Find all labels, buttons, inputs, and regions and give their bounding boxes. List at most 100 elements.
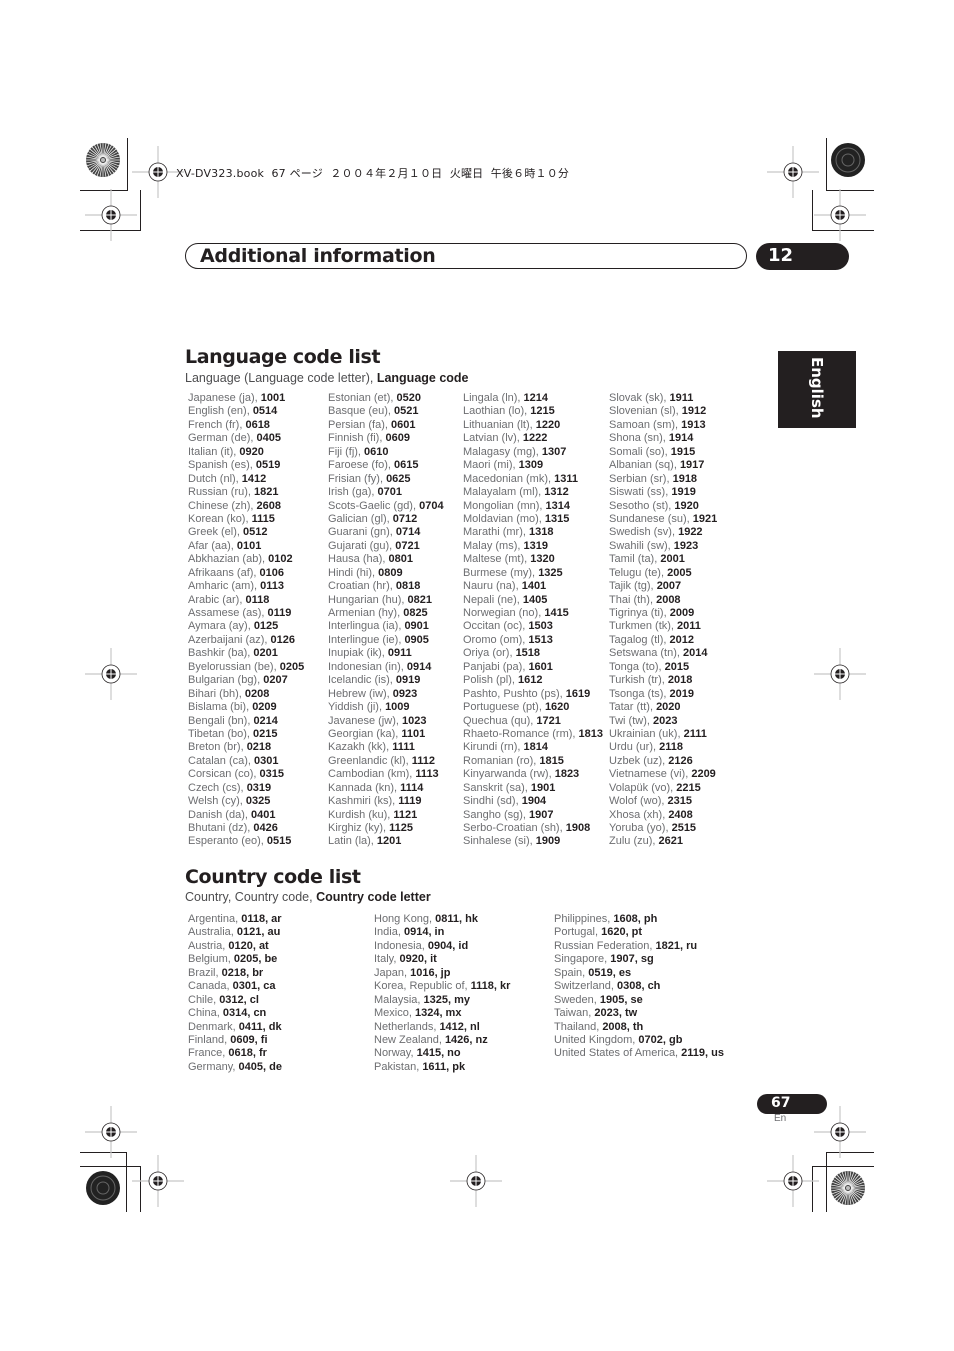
language-entry-code: 1922 (678, 526, 703, 539)
language-entry-code: 2315 (667, 795, 692, 808)
language-entry-code: 2215 (676, 781, 701, 794)
language-entry: Malagasy (mg), 1307 (463, 446, 603, 459)
language-entry-label: Sesotho (st), (609, 499, 675, 512)
country-entry: Russian Federation, 1821, ru (554, 940, 724, 953)
language-entry-code: 0208 (244, 687, 270, 700)
language-entry: Albanian (sq), 1917 (609, 459, 717, 472)
country-entry-label: Indonesia, (374, 939, 428, 952)
country-entry-code: 0811, hk (435, 913, 478, 925)
language-entry-label: Swahili (sw), (609, 539, 674, 552)
language-entry-code: 1620 (544, 701, 570, 714)
language-entry-code: 1907 (529, 808, 554, 821)
language-entry-label: Basque (eu), (328, 405, 395, 418)
language-entry-label: Azerbaijani (az), (188, 633, 271, 646)
language-entry-label: Mongolian (mn), (463, 499, 546, 512)
page-number: 67 (771, 1095, 791, 1111)
language-entry: Cambodian (km), 1113 (328, 768, 444, 781)
country-entry-label: Canada, (188, 980, 233, 993)
language-entry-label: Serbo-Croatian (sh), (463, 822, 566, 834)
country-entry-label: Taiwan, (554, 1007, 595, 1020)
language-entry: Greek (el), 0512 (188, 526, 304, 539)
language-entry-code: 0825 (403, 607, 428, 619)
language-entry-label: Volapük (vo), (609, 781, 677, 794)
language-entry-label: Danish (da), (188, 808, 251, 821)
country-entry-code: 0405, de (238, 1060, 282, 1073)
country-entry-code: 1905, se (599, 993, 643, 1006)
language-entry-code: 2005 (667, 566, 692, 579)
language-entry: Azerbaijani (az), 0126 (188, 634, 304, 647)
language-entry-label: French (fr), (188, 418, 246, 431)
language-entry-label: Czech (cs), (188, 781, 247, 794)
language-entry: Kannada (kn), 1114 (328, 782, 444, 795)
country-entry: New Zealand, 1426, nz (374, 1034, 510, 1047)
language-entry-label: Kirundi (rn), (463, 741, 524, 754)
language-entry: Turkish (tr), 2018 (609, 674, 717, 687)
language-entry-code: 1921 (692, 512, 718, 525)
language-entry-label: Malayalam (ml), (463, 486, 545, 499)
language-entry-label: Turkmen (tk), (609, 620, 678, 633)
language-entry: Fiji (fj), 0610 (328, 446, 444, 459)
language-entry-code: 0801 (388, 553, 414, 566)
language-entry: Gujarati (gu), 0721 (328, 540, 444, 553)
language-entry-code: 2608 (256, 499, 281, 512)
language-entry-label: Nepali (ne), (463, 593, 523, 606)
language-entry: Dutch (nl), 1412 (188, 473, 304, 486)
language-entry-code: 0514 (252, 405, 278, 418)
language-entry-code: 2014 (682, 647, 708, 660)
language-entry-code: 1917 (679, 459, 705, 472)
language-entry: Scots-Gaelic (gd), 0704 (328, 500, 444, 513)
language-entry-label: Serbian (sr), (609, 472, 673, 485)
language-entry-code: 0901 (404, 620, 429, 633)
language-entry-label: Hindi (hi), (328, 566, 379, 579)
language-entry: Kinyarwanda (rw), 1823 (463, 768, 603, 781)
language-entry-label: Bulgarian (bg), (188, 674, 264, 687)
language-entry-code: 0126 (270, 633, 296, 646)
language-entry-label: Persian (fa), (328, 418, 391, 431)
language-entry-code: 1821 (254, 486, 279, 499)
language-entry: Russian (ru), 1821 (188, 486, 304, 499)
country-entry-code: 1324, mx (414, 1007, 462, 1020)
language-entry: Latin (la), 1201 (328, 835, 444, 848)
language-entry-label: Thai (th), (609, 593, 657, 606)
language-code-list-title: Language code list (185, 346, 381, 368)
language-entry-label: Tibetan (bo), (188, 727, 254, 740)
language-entry-label: Marathi (mr), (463, 526, 529, 539)
language-entry-label: Portuguese (pt), (463, 701, 545, 714)
country-entry-code: 0218, br (221, 966, 264, 979)
language-entry-code: 1115 (251, 512, 275, 525)
language-entry-label: Bislama (bi), (188, 701, 253, 714)
language-entry: Somali (so), 1915 (609, 446, 717, 459)
country-entry-code: 0609, fi (230, 1033, 268, 1046)
language-entry-label: Hungarian (hu), (328, 593, 408, 606)
language-entry-code: 2515 (671, 822, 697, 834)
country-entry-label: Austria, (188, 939, 229, 952)
country-entry: Austria, 0120, at (188, 940, 282, 953)
language-entry-label: Setswana (tn), (609, 647, 683, 660)
language-entry: Interlingua (ia), 0901 (328, 620, 444, 633)
language-entry: Sanskrit (sa), 1901 (463, 782, 603, 795)
language-entry: Spanish (es), 0519 (188, 459, 304, 472)
language-entry: Norwegian (no), 1415 (463, 607, 603, 620)
language-entry: Zulu (zu), 2621 (609, 835, 717, 848)
language-entry: Latvian (lv), 1222 (463, 432, 603, 445)
language-entry: Irish (ga), 0701 (328, 486, 444, 499)
language-entry-code: 0721 (395, 539, 420, 552)
language-entry: Uzbek (uz), 2126 (609, 755, 717, 768)
language-entry-code: 0601 (390, 418, 416, 431)
country-entry-label: Belgium, (188, 953, 234, 966)
country-entry: Malaysia, 1325, my (374, 994, 510, 1007)
language-entry-label: Oromo (om), (463, 633, 529, 646)
language-entry: Esperanto (eo), 0515 (188, 835, 304, 848)
language-entry-code: 1315 (544, 512, 570, 525)
country-entry-label: United States of America, (554, 1047, 682, 1060)
language-entry-label: Laothian (lo), (463, 405, 531, 418)
language-entry-code: 0712 (392, 512, 418, 525)
language-entry-code: 1125 (389, 822, 413, 834)
language-entry-code: 1518 (515, 647, 541, 660)
language-entry: Ukrainian (uk), 2111 (609, 728, 717, 741)
language-entry-code: 1912 (681, 405, 707, 418)
language-entry: Bengali (bn), 0214 (188, 715, 304, 728)
language-entry: Sinhalese (si), 1909 (463, 835, 603, 848)
language-entry: Byelorussian (be), 0205 (188, 661, 304, 674)
language-entry: Chinese (zh), 2608 (188, 500, 304, 513)
